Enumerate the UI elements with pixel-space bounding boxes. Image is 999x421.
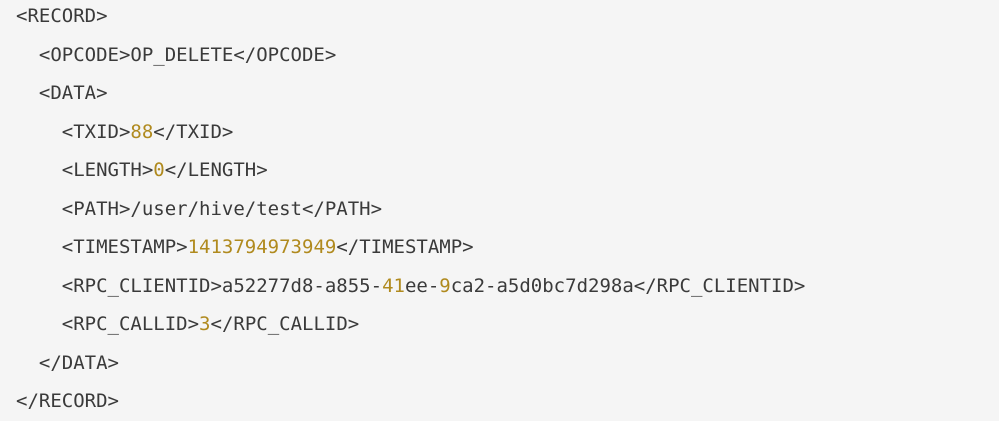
code-number: 1413794973949 bbox=[187, 236, 337, 258]
code-text: </LENGTH> bbox=[164, 159, 268, 181]
code-text: <TXID> bbox=[61, 120, 131, 143]
code-text: </RECORD> bbox=[16, 390, 119, 412]
code-text: </TXID> bbox=[153, 120, 234, 143]
code-number: 0 bbox=[153, 159, 165, 181]
code-line: <DATA> bbox=[16, 74, 999, 113]
code-text: <RECORD> bbox=[16, 5, 108, 27]
code-line: <RECORD> bbox=[16, 0, 999, 36]
code-text: <RPC_CLIENTID>a52277d8-a855- bbox=[61, 274, 383, 297]
code-text: </DATA> bbox=[38, 351, 119, 374]
code-text: </RPC_CALLID> bbox=[210, 313, 360, 335]
code-line: <TXID>88</TXID> bbox=[16, 113, 999, 152]
code-number: 88 bbox=[130, 120, 154, 143]
code-text: <RPC_CALLID> bbox=[61, 313, 200, 335]
code-line: <RPC_CALLID>3</RPC_CALLID> bbox=[16, 305, 999, 344]
code-line: </DATA> bbox=[16, 344, 999, 383]
code-text: <OPCODE>OP_DELETE</OPCODE> bbox=[38, 43, 337, 66]
code-block: <RECORD> <OPCODE>OP_DELETE</OPCODE> <DAT… bbox=[0, 0, 999, 412]
code-line: <TIMESTAMP>1413794973949</TIMESTAMP> bbox=[16, 228, 999, 267]
code-number: 9 bbox=[439, 274, 451, 297]
code-text: </TIMESTAMP> bbox=[336, 236, 474, 258]
code-line: <LENGTH>0</LENGTH> bbox=[16, 151, 999, 190]
code-line: <RPC_CLIENTID>a52277d8-a855-41ee-9ca2-a5… bbox=[16, 267, 999, 306]
code-text: ca2-a5d0bc7d298a</RPC_CLIENTID> bbox=[450, 274, 806, 297]
code-text: <TIMESTAMP> bbox=[61, 236, 188, 258]
code-line: </RECORD> bbox=[16, 382, 999, 421]
code-line: <PATH>/user/hive/test</PATH> bbox=[16, 190, 999, 229]
code-number: 41 bbox=[382, 274, 405, 297]
code-text: <DATA> bbox=[38, 82, 108, 104]
code-text: <LENGTH> bbox=[61, 159, 154, 181]
code-line: <OPCODE>OP_DELETE</OPCODE> bbox=[16, 36, 999, 75]
code-text: ee- bbox=[404, 274, 440, 297]
code-number: 3 bbox=[199, 313, 211, 335]
code-text: <PATH>/user/hive/test</PATH> bbox=[61, 197, 383, 220]
